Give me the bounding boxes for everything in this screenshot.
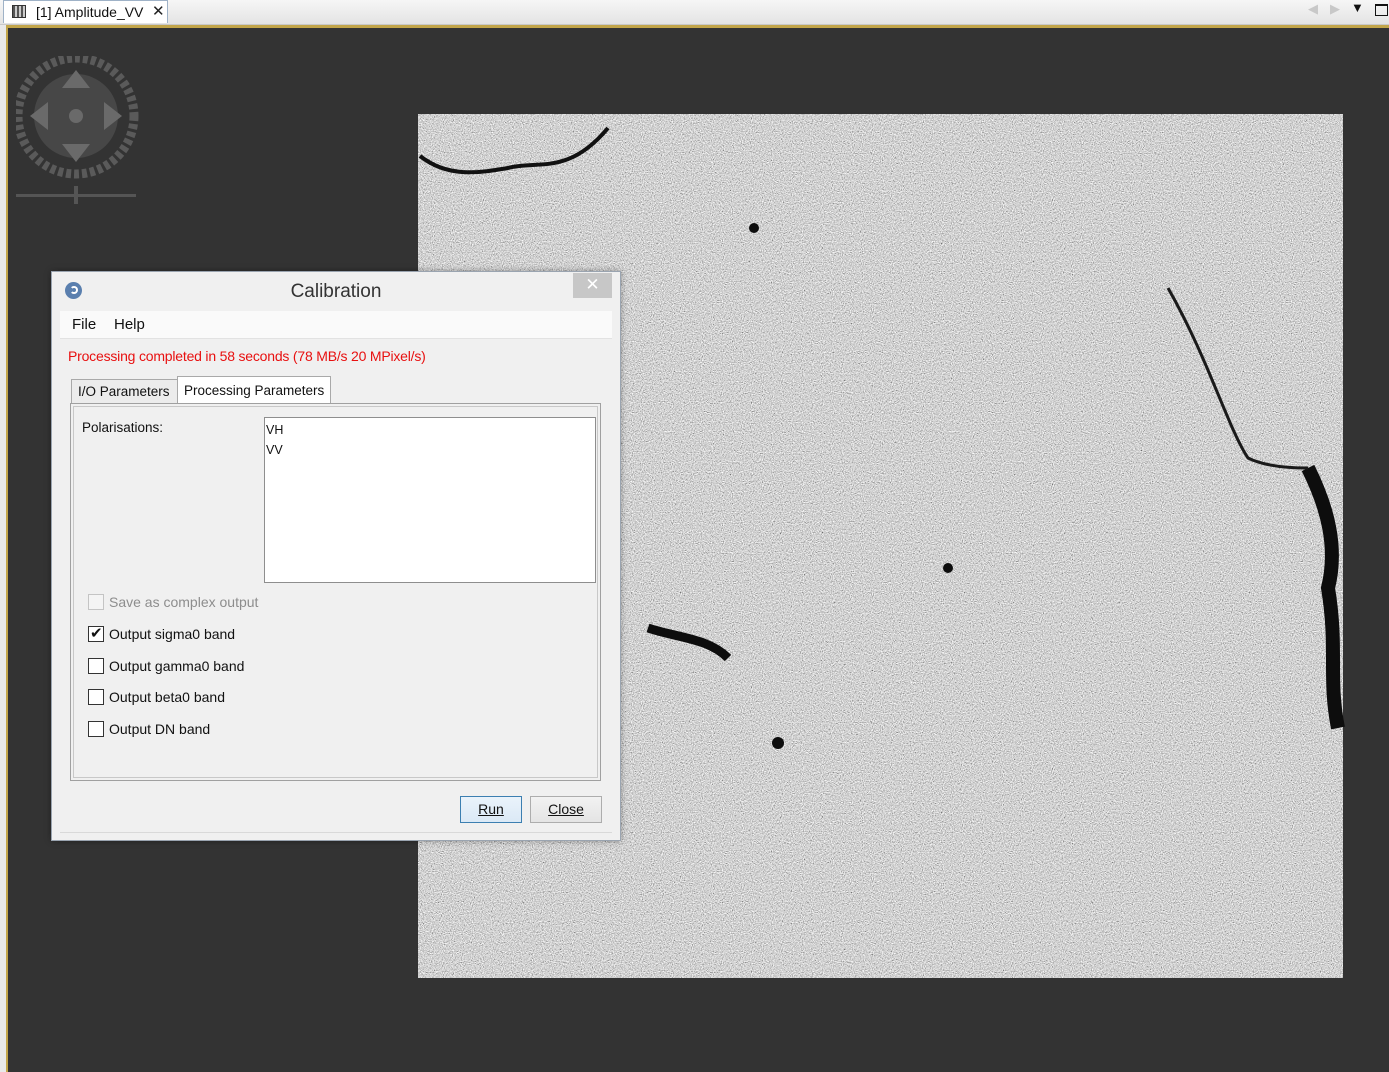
tab-processing-parameters[interactable]: Processing Parameters: [177, 376, 331, 404]
save-complex-output-checkbox: [88, 594, 104, 610]
tab-label: [1] Amplitude_VV: [36, 4, 144, 20]
polarisations-list[interactable]: VH VV: [264, 417, 596, 583]
run-button[interactable]: Run: [460, 796, 522, 823]
scroll-left-icon[interactable]: ◀: [1308, 1, 1318, 17]
close-tab-icon[interactable]: ✕: [152, 2, 165, 20]
output-gamma0-checkbox[interactable]: [88, 658, 104, 674]
list-item[interactable]: VV: [265, 440, 595, 460]
maximize-icon[interactable]: [1375, 4, 1388, 16]
image-band-icon: [12, 5, 26, 18]
close-button[interactable]: Close: [530, 796, 602, 823]
tab-io-parameters[interactable]: I/O Parameters: [71, 379, 178, 403]
chevron-down-icon[interactable]: ▼: [1351, 0, 1364, 15]
output-sigma0-checkbox[interactable]: ✔: [88, 625, 104, 642]
dialog-title: Calibration: [290, 281, 382, 302]
checkbox-label: Output gamma0 band: [109, 658, 245, 674]
document-tab-bar: [1] Amplitude_VV ✕ ◀ ▶ ▼: [0, 0, 1389, 25]
tab-amplitude-vv[interactable]: [1] Amplitude_VV ✕: [3, 0, 168, 23]
output-dn-checkbox[interactable]: [88, 721, 104, 737]
scroll-right-icon[interactable]: ▶: [1330, 1, 1340, 17]
processing-parameters-panel: Polarisations: VH VV Save as complex out…: [70, 403, 601, 781]
panel-inner: Polarisations: VH VV Save as complex out…: [73, 406, 598, 778]
menu-file[interactable]: File: [72, 316, 96, 333]
close-dialog-button[interactable]: ✕: [573, 273, 612, 298]
menu-bar: File Help: [60, 311, 612, 339]
checkbox-label: Output beta0 band: [109, 689, 225, 705]
checkmark-icon: ✔: [90, 625, 103, 642]
status-message: Processing completed in 58 seconds (78 M…: [68, 348, 426, 364]
dialog-title-bar[interactable]: Calibration ✕: [52, 272, 620, 310]
list-item[interactable]: VH: [265, 420, 595, 440]
checkbox-label: Output sigma0 band: [109, 626, 236, 642]
divider: [60, 832, 612, 833]
calibration-dialog: Calibration ✕ File Help Processing compl…: [51, 271, 621, 841]
polarisations-label: Polarisations:: [82, 420, 164, 435]
output-beta0-checkbox[interactable]: [88, 689, 104, 705]
checkbox-label: Output DN band: [109, 721, 211, 737]
checkbox-label: Save as complex output: [109, 594, 259, 610]
menu-help[interactable]: Help: [114, 316, 145, 333]
